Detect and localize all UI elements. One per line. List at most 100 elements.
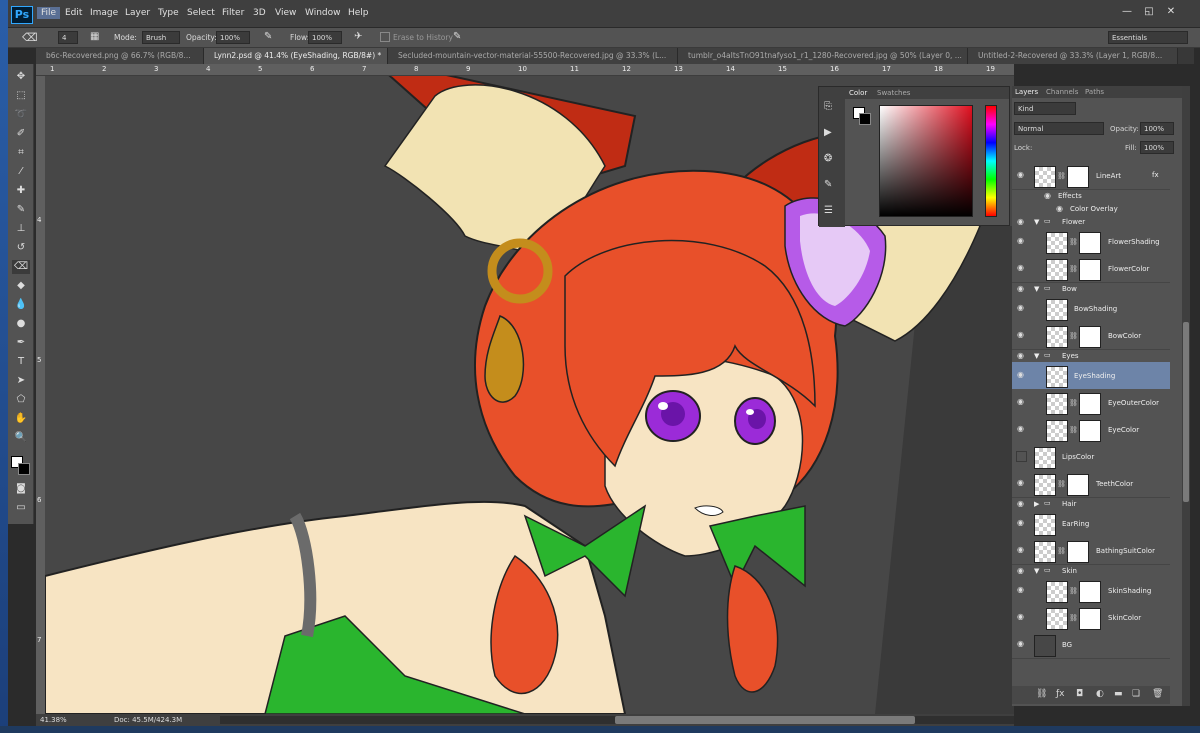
quick-select-tool-icon[interactable]: ✐ [12, 127, 30, 141]
eraser-tool-icon[interactable]: ⌫ [12, 260, 30, 274]
menu-view[interactable]: View [275, 8, 296, 18]
layer-mask-thumbnail[interactable] [1079, 420, 1101, 442]
background-color-swatch[interactable] [18, 463, 30, 475]
layer-mask-thumbnail[interactable] [1079, 393, 1101, 415]
layer-row[interactable]: LipsColor [1012, 443, 1170, 471]
menu-window[interactable]: Window [305, 8, 341, 18]
tab-paths[interactable]: Paths [1085, 88, 1104, 96]
blur-tool-icon[interactable]: 💧 [12, 298, 30, 312]
layer-row[interactable]: ◉ ⛓ SkinColor [1012, 604, 1170, 632]
workspace-select[interactable]: Essentials [1108, 31, 1188, 44]
erase-history-checkbox[interactable] [380, 32, 390, 42]
layer-fill-input[interactable]: 100% [1140, 141, 1174, 154]
layer-row[interactable]: ◉ ⛓ SkinShading [1012, 577, 1170, 605]
shape-tool-icon[interactable]: ⬠ [12, 393, 30, 407]
mask-link-icon[interactable]: ⛓ [1069, 265, 1078, 273]
layer-group-row[interactable]: ◉ ▼ ▭ Eyes [1012, 349, 1170, 363]
brush-size-picker[interactable]: 4 [58, 31, 78, 44]
new-layer-icon[interactable]: ❏ [1132, 689, 1140, 699]
visibility-eye-icon[interactable]: ◉ [1017, 352, 1026, 360]
pen-tool-icon[interactable]: ✒ [12, 336, 30, 350]
tab-tumblr[interactable]: tumblr_o4aItsTnO91tnafyso1_r1_1280-Recov… [678, 48, 968, 64]
brush-panel-icon[interactable]: ▦ [90, 31, 99, 42]
doc-size[interactable]: Doc: 45.5M/424.3M [114, 716, 182, 724]
layer-row[interactable]: ◉ BG [1012, 631, 1170, 659]
healing-tool-icon[interactable]: ✚ [12, 184, 30, 198]
adjustments-icon[interactable]: ☰ [824, 205, 833, 216]
dodge-tool-icon[interactable]: ● [12, 317, 30, 331]
layer-row[interactable]: ◉ ⛓ EyeColor [1012, 416, 1170, 444]
layer-row[interactable]: ◉ EyeShading [1012, 362, 1170, 390]
menu-type[interactable]: Type [158, 8, 179, 18]
tab-layers[interactable]: Layers [1015, 88, 1038, 96]
layer-mask-thumbnail[interactable] [1079, 232, 1101, 254]
visibility-eye-icon[interactable]: ◉ [1017, 285, 1026, 293]
menu-select[interactable]: Select [187, 8, 215, 18]
visibility-eye-icon[interactable]: ◉ [1017, 237, 1026, 245]
mask-link-icon[interactable]: ⛓ [1069, 238, 1078, 246]
menu-image[interactable]: Image [90, 8, 118, 18]
layer-row[interactable]: ◉ ⛓ LineArt fx [1012, 162, 1170, 190]
screen-mode-icon[interactable]: ▭ [12, 501, 30, 515]
link-layers-icon[interactable]: ⛓ [1036, 689, 1047, 699]
horizontal-scrollbar[interactable] [220, 716, 1014, 724]
visibility-eye-icon[interactable]: ◉ [1017, 586, 1026, 594]
adjustment-layer-icon[interactable]: ◐ [1096, 689, 1104, 699]
layer-group-row[interactable]: ◉ ▼ ▭ Flower [1012, 215, 1170, 229]
menu-layer[interactable]: Layer [125, 8, 150, 18]
layer-group-row[interactable]: ◉ ▼ ▭ Skin [1012, 564, 1170, 578]
layer-mask-thumbnail[interactable] [1079, 608, 1101, 630]
visibility-eye-icon[interactable]: ◉ [1017, 519, 1026, 527]
visibility-eye-icon[interactable]: ◉ [1017, 546, 1026, 554]
close-button[interactable]: ✕ [1162, 5, 1180, 19]
horizontal-scroll-thumb[interactable] [615, 716, 915, 724]
tab-channels[interactable]: Channels [1046, 88, 1078, 96]
brush-tool-icon[interactable]: ✎ [12, 203, 30, 217]
visibility-eye-icon[interactable]: ◉ [1017, 613, 1026, 621]
layer-group-row[interactable]: ◉ ▼ ▭ Bow [1012, 282, 1170, 296]
menu-filter[interactable]: Filter [222, 8, 244, 18]
airbrush-icon[interactable]: ✈ [354, 31, 362, 42]
layer-row[interactable]: ◉ ⛓ FlowerColor [1012, 255, 1170, 283]
layer-group-row[interactable]: ◉ ▶ ▭ Hair [1012, 497, 1170, 511]
restore-button[interactable]: ◱ [1140, 5, 1158, 19]
new-group-icon[interactable]: ▬ [1114, 689, 1123, 699]
layer-row[interactable]: ◉ ⛓ FlowerShading [1012, 228, 1170, 256]
history-panel-icon[interactable]: ⎘ [824, 101, 832, 112]
visibility-eye-icon[interactable]: ◉ [1017, 218, 1026, 226]
hue-slider[interactable] [985, 105, 997, 217]
mask-link-icon[interactable]: ⛓ [1057, 547, 1066, 555]
mask-link-icon[interactable]: ⛓ [1069, 399, 1078, 407]
visibility-eye-icon[interactable]: ◉ [1017, 371, 1026, 379]
visibility-eye-icon[interactable]: ◉ [1017, 425, 1026, 433]
effect-visibility-icon[interactable]: ◉ [1056, 205, 1065, 213]
layer-mask-thumbnail[interactable] [1079, 259, 1101, 281]
clone-stamp-tool-icon[interactable]: ⊥ [12, 222, 30, 236]
layer-row[interactable]: ◉ ⛓ EyeOuterColor [1012, 389, 1170, 417]
brush-presets-icon[interactable]: ❂ [824, 153, 832, 164]
delete-layer-icon[interactable]: 🗑 [1152, 689, 1163, 699]
visibility-eye-icon[interactable]: ◉ [1017, 264, 1026, 272]
blend-mode-select[interactable]: Normal [1014, 122, 1104, 135]
history-brush-tool-icon[interactable]: ↺ [12, 241, 30, 255]
layer-mask-thumbnail[interactable] [1079, 581, 1101, 603]
mask-link-icon[interactable]: ⛓ [1069, 587, 1078, 595]
layer-filter-kind[interactable]: Kind [1014, 102, 1076, 115]
mask-link-icon[interactable]: ⛓ [1069, 614, 1078, 622]
mask-link-icon[interactable]: ⛓ [1069, 426, 1078, 434]
add-mask-icon[interactable]: ◘ [1076, 689, 1083, 699]
layer-mask-thumbnail[interactable] [1067, 166, 1089, 188]
actions-panel-icon[interactable]: ▶ [824, 127, 832, 138]
layer-effect-row[interactable]: ◉ Effects [1012, 189, 1170, 202]
layer-style-icon[interactable]: ƒx [1056, 689, 1065, 699]
mode-select[interactable]: Brush [142, 31, 180, 44]
bg-color-chip[interactable] [859, 113, 871, 125]
visibility-eye-icon[interactable]: ◉ [1017, 331, 1026, 339]
visibility-eye-icon[interactable]: ◉ [1017, 304, 1026, 312]
zoom-level[interactable]: 41.38% [40, 716, 67, 724]
tab-secluded-mountain[interactable]: Secluded-mountain-vector-material-55500-… [388, 48, 678, 64]
menu-help[interactable]: Help [348, 8, 369, 18]
layer-effect-row[interactable]: ◉ Color Overlay [1012, 202, 1170, 215]
mask-link-icon[interactable]: ⛓ [1057, 172, 1066, 180]
tab-swatches[interactable]: Swatches [877, 89, 910, 97]
